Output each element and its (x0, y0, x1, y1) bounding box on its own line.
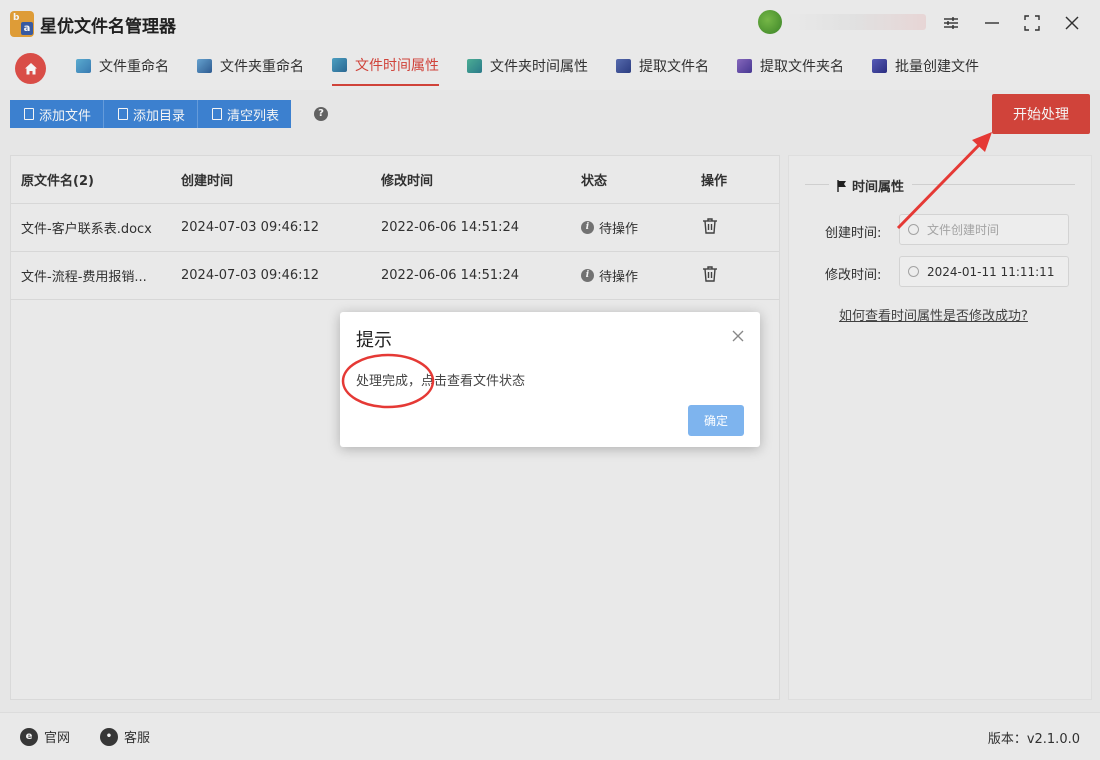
dialog-message: 处理完成，点击查看文件状态 (356, 374, 526, 389)
notice-dialog: 提示 处理完成，点击查看文件状态 确定 (340, 312, 760, 447)
dialog-ok-button[interactable]: 确定 (688, 405, 744, 436)
dialog-title: 提示 (356, 330, 392, 351)
dialog-close-icon[interactable] (730, 328, 746, 344)
